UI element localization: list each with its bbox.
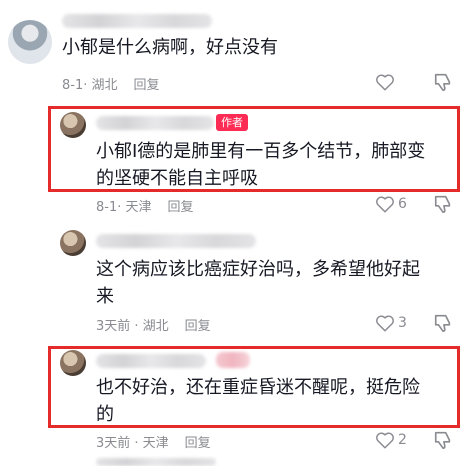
dislike-button[interactable]: [432, 430, 454, 454]
dislike-button[interactable]: [432, 194, 454, 218]
like-count: 2: [398, 432, 407, 448]
date-location: 3天前 · 湖北: [96, 319, 169, 334]
highlight-box: [48, 346, 460, 428]
comment-meta: 8-1· 天津 回复: [96, 196, 194, 215]
date-location: 8-1· 天津: [96, 200, 152, 215]
dislike-button[interactable]: [432, 72, 454, 96]
heart-icon: [376, 432, 394, 449]
heart-icon: [376, 196, 394, 213]
like-count: 3: [398, 315, 407, 331]
heart-icon: [376, 74, 394, 91]
thumbs-down-icon: [434, 73, 451, 91]
date-location: 3天前 · 天津: [96, 436, 169, 451]
dislike-button[interactable]: [432, 313, 454, 337]
like-button[interactable]: 2: [375, 431, 407, 449]
comment-meta: 8-1· 湖北 回复: [62, 74, 160, 93]
like-button[interactable]: [375, 73, 395, 91]
username-blurred[interactable]: [96, 234, 256, 248]
date-location: 8-1· 湖北: [62, 78, 118, 93]
avatar[interactable]: [8, 20, 52, 64]
comment-1: 小郁是什么病啊，好点没有 8-1· 湖北 回复: [0, 0, 469, 100]
comment-meta: 3天前 · 湖北 回复: [96, 315, 211, 334]
reply-button[interactable]: 回复: [185, 315, 211, 334]
next-username-blurred: [96, 458, 216, 466]
avatar[interactable]: [60, 230, 86, 256]
like-count: 6: [398, 196, 407, 212]
heart-icon: [376, 315, 394, 332]
reply-button[interactable]: 回复: [134, 74, 160, 93]
like-button[interactable]: 3: [375, 314, 407, 332]
username-blurred[interactable]: [62, 14, 212, 28]
comment-3: 这个病应该比癌症好治吗，多希望他好起 来 3天前 · 湖北 回复 3: [0, 220, 469, 340]
reply-button[interactable]: 回复: [168, 196, 194, 215]
comment-text: 这个病应该比癌症好治吗，多希望他好起 来: [96, 256, 420, 310]
reply-button[interactable]: 回复: [185, 432, 211, 451]
thumbs-down-icon: [434, 431, 451, 449]
thumbs-down-icon: [434, 314, 451, 332]
like-button[interactable]: 6: [375, 195, 407, 213]
comment-text: 小郁是什么病啊，好点没有: [62, 37, 278, 58]
thumbs-down-icon: [434, 195, 451, 213]
comment-meta: 3天前 · 天津 回复: [96, 432, 211, 451]
comment-text-line1: 这个病应该比癌症好治吗，多希望他好起: [96, 259, 420, 280]
highlight-box: [48, 106, 460, 192]
comment-text-line2: 来: [96, 286, 114, 307]
